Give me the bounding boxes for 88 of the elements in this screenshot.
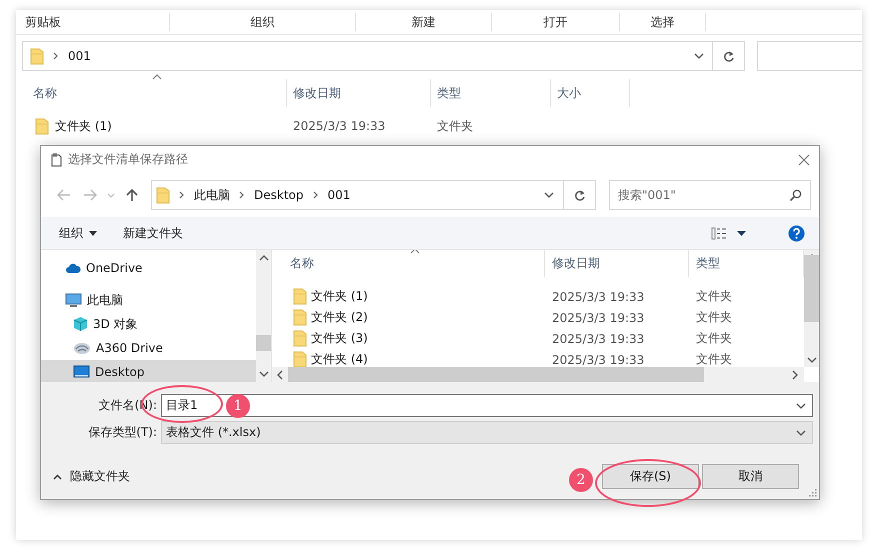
folder-icon xyxy=(156,186,170,204)
file-type: 文件夹 xyxy=(436,118,474,134)
folder-icon xyxy=(30,48,44,64)
column-header[interactable]: 类型 xyxy=(696,255,720,272)
sort-caret-icon xyxy=(152,74,162,80)
nav-item[interactable]: A360 Drive xyxy=(41,336,256,360)
column-header[interactable]: 大小 xyxy=(557,84,581,102)
refresh-icon[interactable] xyxy=(722,50,734,62)
search-field[interactable] xyxy=(757,41,862,71)
nav-item[interactable]: 3D 对象 xyxy=(41,312,256,336)
column-header[interactable]: 类型 xyxy=(437,84,461,102)
nav-item[interactable]: 此电脑 xyxy=(41,288,256,312)
scrollbar-thumb[interactable] xyxy=(804,255,819,322)
search-icon xyxy=(789,188,802,202)
folder-icon xyxy=(293,351,307,367)
breadcrumb-separator-icon xyxy=(312,191,318,199)
folder-icon xyxy=(293,330,307,347)
chevron-down-icon xyxy=(796,430,806,436)
search-field[interactable]: 搜索"001" xyxy=(609,180,811,210)
breadcrumb-separator-icon xyxy=(239,191,245,199)
breadcrumb-item[interactable]: Desktop xyxy=(254,188,304,202)
computer-icon xyxy=(65,292,82,308)
column-header[interactable]: 修改日期 xyxy=(552,255,600,272)
ribbon-group-label: 打开 xyxy=(544,14,568,30)
ribbon-group-label: 选择 xyxy=(650,14,674,30)
ribbon-group-label: 组织 xyxy=(250,14,274,30)
folder-icon xyxy=(293,309,307,326)
breadcrumb-item[interactable]: 此电脑 xyxy=(194,186,230,204)
up-arrow-icon[interactable] xyxy=(126,188,138,202)
file-type: 文件夹 xyxy=(695,351,733,367)
view-caret-icon[interactable] xyxy=(737,230,746,236)
desktop-icon xyxy=(73,365,90,379)
field-label: 保存类型(T): xyxy=(87,424,158,441)
nav-item[interactable]: OneDrive xyxy=(41,256,256,280)
scroll-down-icon xyxy=(258,371,268,377)
chevron-down-icon xyxy=(796,402,806,408)
column-header[interactable]: 名称 xyxy=(290,255,314,272)
cube-icon xyxy=(73,316,88,332)
file-name[interactable]: 文件夹 (2) xyxy=(311,309,368,326)
swirl-icon xyxy=(73,342,91,354)
ribbon-group-label: 剪贴板 xyxy=(25,14,61,30)
file-type: 文件夹 xyxy=(695,309,733,326)
ribbon-group-label: 新建 xyxy=(412,14,436,30)
cloud-icon xyxy=(65,262,81,274)
modified-date: 2025/3/3 19:33 xyxy=(551,290,646,304)
help-icon[interactable] xyxy=(788,224,805,242)
chevron-down-icon xyxy=(544,192,554,198)
address-bar[interactable]: 此电脑 Desktop 001 xyxy=(151,180,596,210)
breadcrumb-item[interactable]: 001 xyxy=(328,188,350,202)
scroll-down-icon xyxy=(806,357,816,363)
file-type-dropdown[interactable]: 表格文件 (*.xlsx) xyxy=(161,421,813,444)
refresh-icon[interactable] xyxy=(574,188,586,202)
folder-icon xyxy=(35,118,49,134)
column-header[interactable]: 修改日期 xyxy=(293,84,341,102)
modified-date: 2025/3/3 19:33 xyxy=(551,352,646,366)
file-name[interactable]: 文件夹 (1) xyxy=(311,288,368,305)
file-name[interactable]: 文件夹 (4) xyxy=(311,351,368,367)
chevron-down-icon xyxy=(694,53,704,59)
modified-date: 2025/3/3 19:33 xyxy=(292,119,386,133)
caret-icon xyxy=(89,230,97,236)
file-name[interactable]: 文件夹 (1) xyxy=(55,118,112,134)
close-icon[interactable] xyxy=(798,154,810,166)
dialog-title: 选择文件清单保存路径 xyxy=(68,151,188,168)
save-button[interactable]: 保存(S) xyxy=(602,464,699,489)
nav-item[interactable]: Desktop xyxy=(41,360,256,382)
breadcrumb-separator-icon xyxy=(53,52,59,60)
scrollbar-thumb[interactable] xyxy=(288,367,704,382)
resize-grip-icon[interactable] xyxy=(808,488,817,497)
file-name[interactable]: 文件夹 (3) xyxy=(311,330,368,347)
column-header[interactable]: 名称 xyxy=(33,84,57,102)
chevron-up-icon xyxy=(53,474,62,480)
view-options-icon[interactable] xyxy=(711,226,727,240)
folder-icon xyxy=(293,288,307,305)
scrollbar-thumb[interactable] xyxy=(256,335,271,351)
modified-date: 2025/3/3 19:33 xyxy=(551,310,646,324)
address-bar[interactable]: 001 xyxy=(22,41,745,71)
hide-folders-toggle[interactable]: 隐藏文件夹 xyxy=(53,468,130,485)
document-icon xyxy=(50,152,63,167)
scroll-up-icon xyxy=(258,255,268,261)
file-type: 文件夹 xyxy=(695,288,733,305)
new-folder-button[interactable]: 新建文件夹 xyxy=(123,224,183,242)
breadcrumb-separator-icon xyxy=(179,191,185,199)
file-type: 文件夹 xyxy=(695,330,733,347)
scroll-left-icon[interactable] xyxy=(277,370,283,380)
breadcrumb-item[interactable]: 001 xyxy=(68,49,91,63)
organize-menu[interactable]: 组织 xyxy=(59,224,97,242)
cancel-button[interactable]: 取消 xyxy=(702,464,799,489)
modified-date: 2025/3/3 19:33 xyxy=(551,332,646,346)
